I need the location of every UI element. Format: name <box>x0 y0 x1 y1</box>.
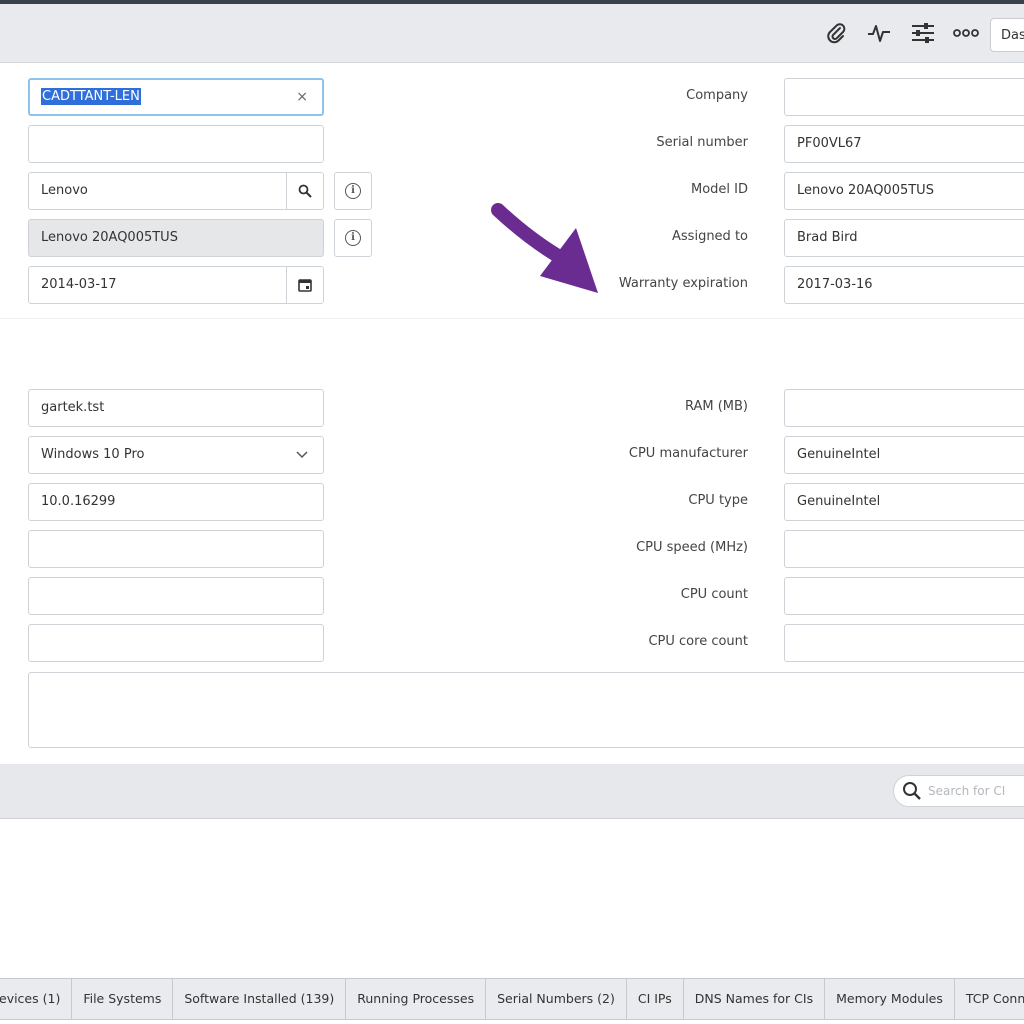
related-items-bar <box>0 764 1024 819</box>
annotation-arrow-icon <box>491 203 598 293</box>
header-action-button[interactable]: Das <box>990 18 1024 52</box>
serial-number-field[interactable]: PF00VL67 <box>784 125 1024 163</box>
os-select-value: Windows 10 Pro <box>41 447 145 462</box>
tab-dns-names[interactable]: DNS Names for CIs <box>684 979 826 1019</box>
warranty-expiration-label: Warranty expiration <box>618 276 748 291</box>
cpu-manufacturer-label: CPU manufacturer <box>628 446 748 461</box>
date-field[interactable]: 2014-03-17 <box>28 266 324 304</box>
model-id-field[interactable]: Lenovo 20AQ005TUS <box>784 172 1024 210</box>
model-info-button[interactable]: i <box>334 219 372 257</box>
cpu-core-count-label: CPU core count <box>648 634 748 649</box>
info-icon: i <box>345 183 361 199</box>
tab-file-systems[interactable]: File Systems <box>72 979 174 1019</box>
comments-textarea[interactable] <box>28 672 1024 748</box>
ram-field[interactable] <box>784 389 1024 427</box>
chevron-down-icon <box>295 437 309 473</box>
cpu-type-field[interactable]: GenuineIntel <box>784 483 1024 521</box>
clear-icon[interactable]: × <box>296 80 308 114</box>
cpu-core-count-field[interactable] <box>784 624 1024 662</box>
search-ci-input[interactable]: Search for CI <box>893 775 1024 807</box>
section-divider <box>0 318 1024 319</box>
ram-label: RAM (MB) <box>684 399 748 414</box>
tab-tcp-connections[interactable]: TCP Conn <box>955 979 1024 1019</box>
sliders-icon[interactable] <box>909 19 937 47</box>
cpu-count-field[interactable] <box>784 577 1024 615</box>
empty-field[interactable] <box>28 624 324 662</box>
manufacturer-info-button[interactable]: i <box>334 172 372 210</box>
manufacturer-field[interactable]: Lenovo <box>28 172 324 210</box>
dns-domain-field[interactable]: gartek.tst <box>28 389 324 427</box>
empty-field[interactable] <box>28 530 324 568</box>
cpu-type-label: CPU type <box>688 493 748 508</box>
tab-devices[interactable]: evices (1) <box>0 979 73 1019</box>
company-field[interactable] <box>784 78 1024 116</box>
model-field: Lenovo 20AQ005TUS <box>28 219 324 257</box>
assigned-to-field[interactable]: Brad Bird <box>784 219 1024 257</box>
serial-number-label: Serial number <box>656 135 748 150</box>
empty-field[interactable] <box>28 577 324 615</box>
name-field-value: CADTTANT-LEN <box>41 88 141 105</box>
cpu-manufacturer-field[interactable]: GenuineIntel <box>784 436 1024 474</box>
paperclip-icon[interactable] <box>822 19 850 47</box>
name-field[interactable]: CADTTANT-LEN × <box>28 78 324 116</box>
warranty-expiration-field[interactable]: 2017-03-16 <box>784 266 1024 304</box>
cpu-speed-field[interactable] <box>784 530 1024 568</box>
company-label: Company <box>686 88 748 103</box>
form-header: Das <box>0 4 1024 63</box>
model-id-label: Model ID <box>690 182 748 197</box>
os-select[interactable]: Windows 10 Pro <box>28 436 324 474</box>
more-icon[interactable] <box>952 19 980 47</box>
cpu-count-label: CPU count <box>680 587 748 602</box>
tab-software-installed[interactable]: Software Installed (139) <box>173 979 347 1019</box>
tab-ci-ips[interactable]: CI IPs <box>627 979 684 1019</box>
date-value: 2014-03-17 <box>41 277 117 292</box>
manufacturer-value: Lenovo <box>41 183 88 198</box>
calendar-icon[interactable] <box>286 267 323 303</box>
empty-field[interactable] <box>28 125 324 163</box>
info-icon: i <box>345 230 361 246</box>
tab-running-processes[interactable]: Running Processes <box>346 979 487 1019</box>
search-icon <box>902 781 922 806</box>
related-lists-tabs: evices (1) File Systems Software Install… <box>0 978 1024 1020</box>
os-version-field[interactable]: 10.0.16299 <box>28 483 324 521</box>
cpu-speed-label: CPU speed (MHz) <box>636 540 748 555</box>
search-icon[interactable] <box>286 173 323 209</box>
tab-serial-numbers[interactable]: Serial Numbers (2) <box>486 979 627 1019</box>
activity-icon[interactable] <box>865 19 893 47</box>
tab-memory-modules[interactable]: Memory Modules <box>825 979 955 1019</box>
search-ci-placeholder: Search for CI <box>928 784 1006 798</box>
assigned-to-label: Assigned to <box>672 229 748 244</box>
